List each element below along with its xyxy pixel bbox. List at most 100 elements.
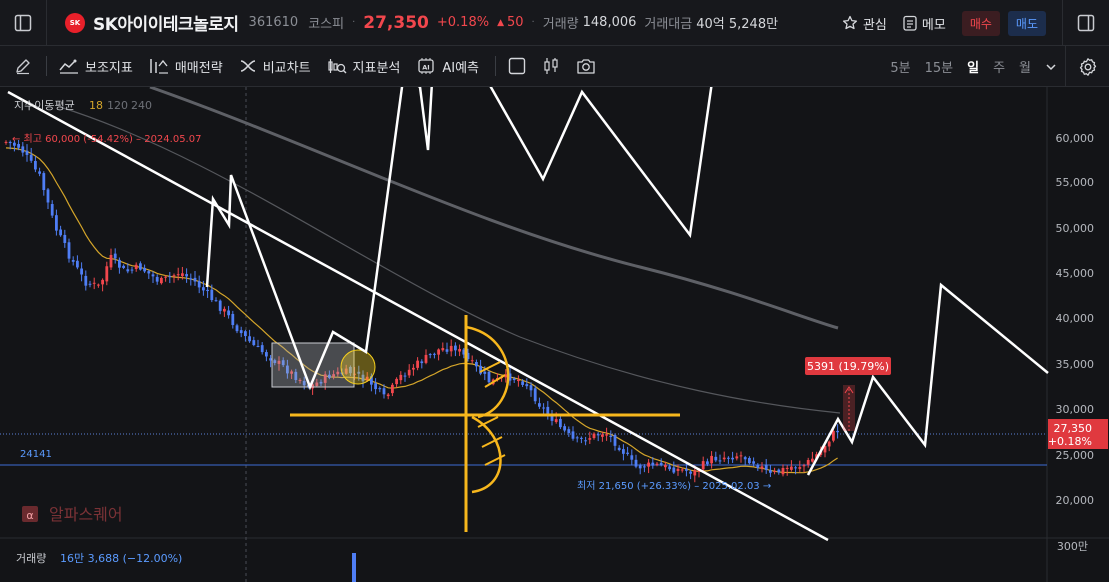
timeframe-day[interactable]: 일	[963, 57, 984, 89]
timeframe-month[interactable]: 월	[1019, 57, 1031, 76]
candle-body	[811, 458, 814, 462]
price-tag-pct: +0.18%	[1048, 435, 1092, 448]
y-tick-label: 40,000	[1056, 312, 1095, 325]
chevron-down-icon[interactable]	[1045, 61, 1057, 73]
candle-body	[172, 275, 176, 277]
drawing-tool-button[interactable]	[0, 46, 46, 87]
indicators-button[interactable]: 보조지표	[59, 57, 133, 76]
candle-body	[735, 456, 739, 459]
compare-button[interactable]: 비교차트	[239, 57, 311, 76]
timeframe-5min[interactable]: 5분	[890, 57, 910, 76]
buy-button[interactable]: 매수	[961, 10, 1000, 36]
candle-body	[189, 278, 193, 280]
market-name: 코스피	[308, 17, 345, 32]
ai-prediction-button[interactable]: AI AI예측	[416, 57, 479, 76]
sidebar-toggle-button[interactable]	[0, 0, 46, 46]
candle-body	[655, 463, 659, 465]
candle-body	[701, 461, 705, 470]
candle-body	[756, 464, 760, 469]
chart-area[interactable]: 5391 (19.79%) 지수이동평균 18 120 240 ← 최고 60,…	[0, 74, 1109, 582]
candle-body	[643, 466, 646, 468]
candle-body	[164, 276, 167, 278]
ma-period-240[interactable]: 240	[131, 99, 152, 112]
candle-body	[256, 345, 260, 347]
candle-body	[391, 384, 394, 394]
screenshot-button[interactable]	[576, 57, 596, 75]
analysis-icon	[327, 59, 347, 74]
candle-body	[836, 430, 839, 433]
y-axis: 60,000 55,000 50,000 45,000 40,000 35,00…	[1056, 132, 1095, 507]
candle-body	[554, 419, 558, 423]
candle-body	[231, 313, 235, 326]
candle-body	[55, 215, 58, 231]
candlestick-icon	[544, 58, 558, 74]
candle-body	[743, 457, 747, 460]
gear-icon	[1079, 57, 1096, 76]
candle-body	[689, 471, 692, 474]
analysis-button[interactable]: 지표분석	[327, 57, 401, 76]
chart-toolbar: 보조지표 매매전략 비교차트 지표분석 AI AI예측 5분 15분 일 주 월	[0, 46, 1109, 89]
chart-settings-button[interactable]	[1065, 46, 1109, 87]
candle-body	[588, 438, 592, 440]
timeframe-15min[interactable]: 15분	[925, 57, 954, 76]
memo-label: 메모	[921, 17, 946, 33]
stock-name[interactable]: SK아이이테크놀로지	[93, 10, 239, 35]
candle-body	[101, 279, 104, 285]
timeframe-week[interactable]: 주	[993, 57, 1005, 76]
candle-body	[399, 374, 403, 381]
amount-value: 40억 5,248만	[696, 17, 779, 32]
candle-body	[676, 468, 680, 471]
candle-body	[34, 160, 37, 170]
candle-body	[613, 434, 617, 446]
candle-body	[596, 434, 600, 436]
ma-period-18[interactable]: 18	[89, 99, 103, 112]
sell-button[interactable]: 매도	[1007, 10, 1046, 36]
candle-body	[130, 269, 134, 271]
price-chart[interactable]: 5391 (19.79%) 지수이동평균 18 120 240 ← 최고 60,…	[0, 74, 1109, 582]
candle-body	[193, 277, 197, 282]
candle-body	[680, 469, 684, 471]
candle-body	[382, 388, 386, 395]
candle-body	[160, 277, 163, 284]
candle-body	[580, 437, 583, 439]
memo-button[interactable]: 메모	[903, 14, 946, 33]
target-range	[843, 385, 855, 431]
volume-axis-label: 300만	[1057, 540, 1088, 553]
candle-body	[521, 381, 524, 385]
candle-body	[210, 289, 214, 301]
candle-body	[143, 267, 146, 272]
candle-body	[134, 264, 138, 270]
candle-body	[235, 325, 239, 332]
candle-body	[25, 150, 29, 155]
candle-body	[651, 462, 655, 466]
current-price: 27,350	[363, 12, 429, 33]
candle-body	[718, 460, 722, 462]
candle-body	[374, 383, 377, 390]
candle-body	[470, 360, 474, 362]
watchlist-button[interactable]: 관심	[842, 14, 887, 33]
divider	[46, 56, 47, 76]
sidebar-left-icon	[14, 14, 32, 31]
candle-body	[126, 269, 130, 272]
candle-body	[626, 452, 629, 454]
change-percent: +0.18%	[436, 15, 490, 30]
candle-type-button[interactable]	[542, 57, 560, 75]
candle-body	[798, 467, 802, 469]
candle-body	[202, 287, 205, 291]
highlight-circle	[340, 349, 376, 385]
candle-body	[664, 464, 667, 468]
watermark-logo-glyph: α	[26, 509, 33, 522]
strategy-button[interactable]: 매매전략	[149, 57, 223, 76]
analysis-label: 지표분석	[352, 60, 401, 76]
candle-body	[806, 460, 810, 465]
candle-body	[533, 388, 537, 402]
candle-body	[46, 189, 50, 203]
candle-body	[118, 259, 121, 268]
candle-body	[214, 300, 218, 302]
low-annotation: 최저 21,650 (+26.33%) – 2025.02.03 →	[577, 480, 771, 492]
candle-body	[206, 289, 209, 292]
candle-body	[147, 271, 151, 274]
sidebar-right-toggle-button[interactable]	[1063, 0, 1109, 46]
chart-type-button[interactable]	[508, 57, 526, 75]
ma-period-120[interactable]: 120	[107, 99, 128, 112]
